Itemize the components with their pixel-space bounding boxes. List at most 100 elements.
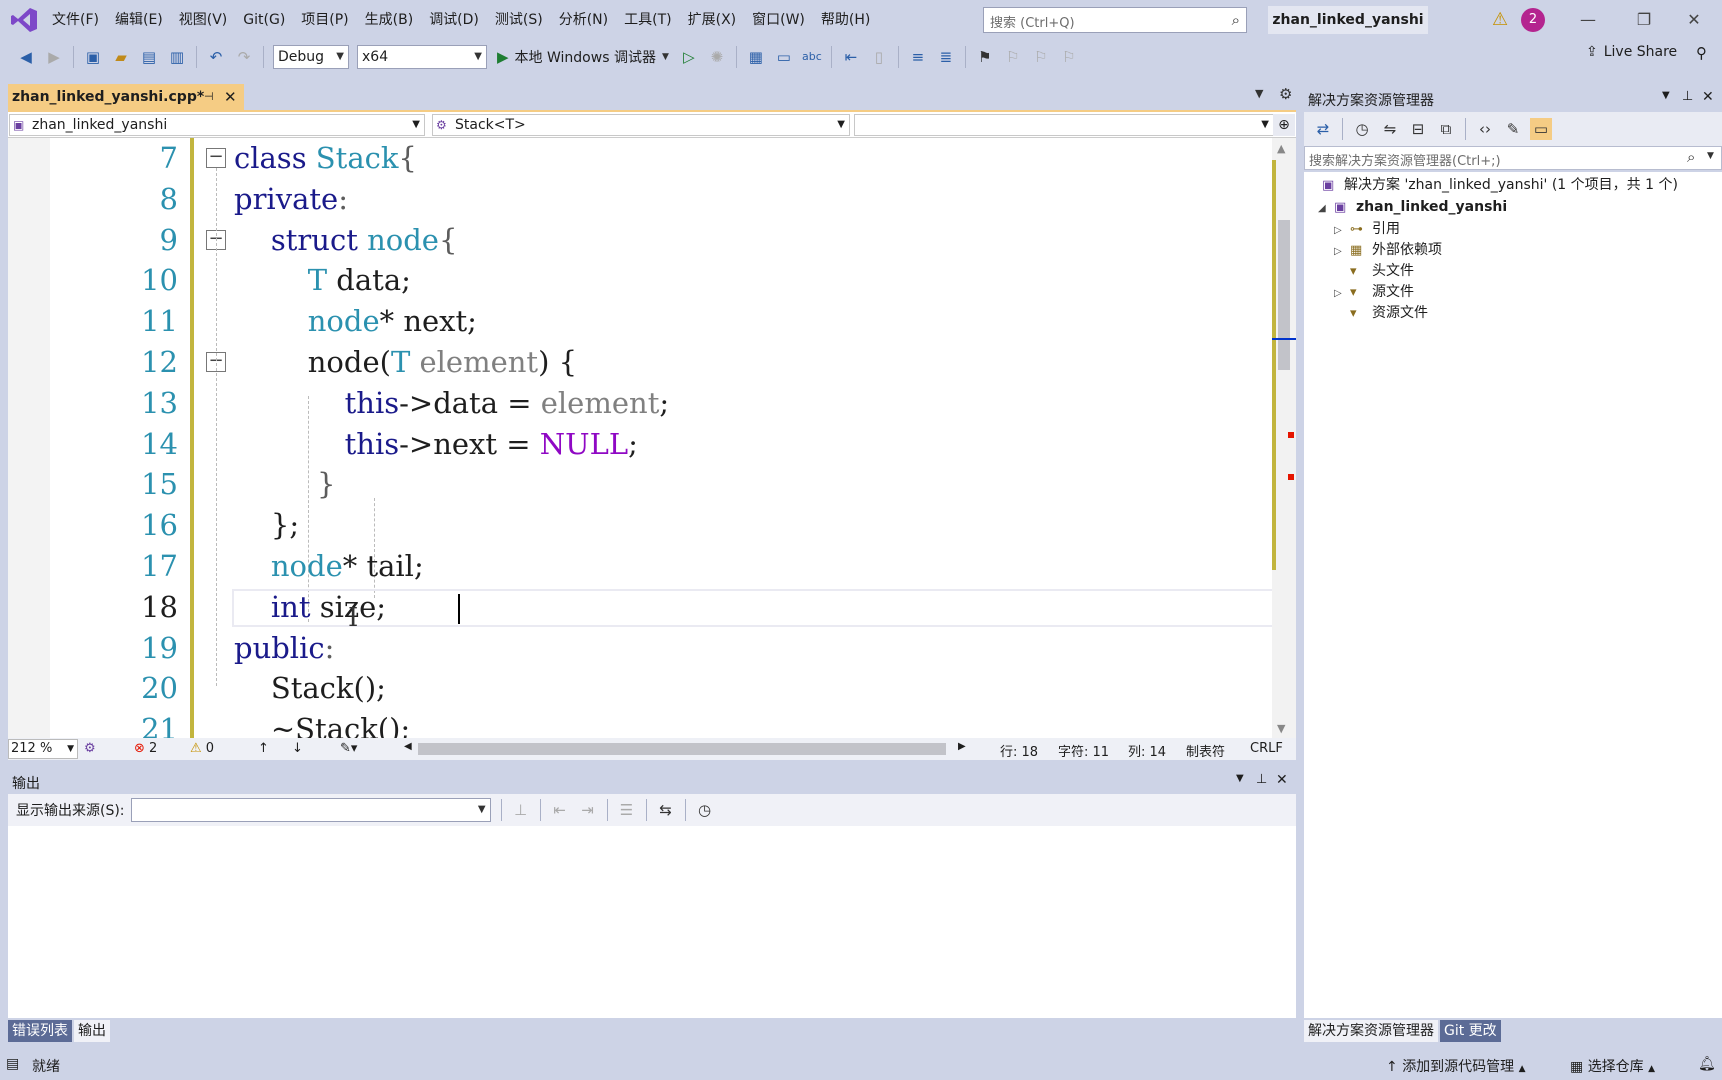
- close-window-icon[interactable]: ✕: [1666, 6, 1722, 34]
- close-icon[interactable]: ✕: [1276, 772, 1288, 788]
- warning-count[interactable]: ⚠ 0: [190, 741, 214, 756]
- find-message-icon[interactable]: ⊥: [510, 799, 532, 821]
- output-status-icon[interactable]: ▤: [6, 1056, 19, 1072]
- solution-explorer-tab[interactable]: 解决方案资源管理器: [1304, 1020, 1438, 1042]
- close-icon[interactable]: ✕: [1702, 89, 1714, 105]
- search-icon[interactable]: ⌕: [1232, 11, 1240, 29]
- tree-item[interactable]: ▷ ▦ 外部依赖项: [1334, 239, 1442, 261]
- save-icon[interactable]: ▤: [138, 46, 160, 68]
- platform-select[interactable]: x64 ▼: [357, 45, 487, 69]
- vertical-scrollbar-thumb[interactable]: [1278, 220, 1290, 370]
- project-nav-select[interactable]: ▣ zhan_linked_yanshi ▼: [9, 114, 425, 136]
- panel-menu-icon[interactable]: ▼: [1236, 773, 1244, 784]
- start-without-debugging-icon[interactable]: ▷: [678, 46, 700, 68]
- code-line[interactable]: Stack();: [234, 668, 1274, 709]
- gear-icon[interactable]: ⚙: [1279, 85, 1292, 103]
- open-file-icon[interactable]: ▰: [110, 46, 132, 68]
- menu-item[interactable]: 调试(D): [421, 0, 487, 40]
- layout-icon[interactable]: ▭: [773, 46, 795, 68]
- solution-title[interactable]: zhan_linked_yanshi: [1268, 6, 1428, 34]
- panel-menu-icon[interactable]: ▼: [1662, 90, 1670, 101]
- code-line[interactable]: private:: [234, 179, 1274, 220]
- sync-icon[interactable]: ⇋: [1379, 118, 1401, 140]
- output-source-select[interactable]: ▼: [130, 798, 491, 822]
- pin-icon[interactable]: ⊣: [204, 84, 214, 110]
- menu-item[interactable]: 项目(P): [293, 0, 356, 40]
- next-bookmark-icon[interactable]: ⚐: [1030, 46, 1052, 68]
- code-line[interactable]: this->next = NULL;: [234, 424, 1274, 465]
- search-icon[interactable]: ⌕: [1687, 148, 1695, 166]
- member-nav-select[interactable]: ▼: [854, 114, 1274, 136]
- menu-item[interactable]: 编辑(E): [107, 0, 171, 40]
- code-line[interactable]: int size;: [234, 587, 1274, 628]
- code-line[interactable]: node* next;: [234, 301, 1274, 342]
- scroll-right-icon[interactable]: ▶: [958, 741, 966, 752]
- indent-icon[interactable]: ≣: [935, 46, 957, 68]
- pin-icon[interactable]: ⊥: [1682, 89, 1693, 104]
- split-editor-icon[interactable]: ⊕: [1273, 114, 1295, 136]
- column-indicator[interactable]: 列: 14: [1128, 741, 1166, 760]
- tab-overflow-icon[interactable]: ▼: [1255, 87, 1263, 100]
- locals-icon[interactable]: ▯: [868, 46, 890, 68]
- search-box[interactable]: 搜索 (Ctrl+Q) ⌕: [983, 7, 1247, 33]
- tree-item[interactable]: ▷ ⊶ 引用: [1334, 218, 1400, 240]
- solution-node[interactable]: ▣ 解决方案 'zhan_linked_yanshi' (1 个项目，共 1 个): [1322, 174, 1678, 196]
- menu-item[interactable]: 帮助(H): [813, 0, 878, 40]
- zoom-select[interactable]: 212 % ▼: [8, 739, 78, 759]
- spell-check-icon[interactable]: abc: [801, 46, 823, 68]
- solution-explorer-tab[interactable]: Git 更改: [1440, 1020, 1501, 1042]
- code-line[interactable]: T data;: [234, 260, 1274, 301]
- line-ending[interactable]: CRLF: [1250, 741, 1283, 756]
- line-indicator[interactable]: 行: 18: [1000, 741, 1038, 760]
- hot-reload-icon[interactable]: ✺: [706, 46, 728, 68]
- menu-item[interactable]: 文件(F): [44, 0, 107, 40]
- menu-item[interactable]: Git(G): [235, 0, 293, 40]
- menu-item[interactable]: 工具(T): [616, 0, 679, 40]
- undo-icon[interactable]: ↶: [205, 46, 227, 68]
- arrow-down-icon[interactable]: ↓: [292, 741, 303, 756]
- error-count[interactable]: ⊗ 2: [134, 741, 157, 756]
- code-line[interactable]: ~Stack();: [234, 709, 1274, 738]
- chevron-down-icon[interactable]: ▼: [1707, 151, 1714, 161]
- tree-item[interactable]: ▷ ▾ 源文件: [1334, 281, 1414, 303]
- menu-item[interactable]: 窗口(W): [744, 0, 813, 40]
- code-line[interactable]: };: [234, 505, 1274, 546]
- save-all-icon[interactable]: ▥: [166, 46, 188, 68]
- feedback-icon[interactable]: ⚲: [1696, 44, 1707, 62]
- project-node[interactable]: ◢ ▣ zhan_linked_yanshi: [1318, 196, 1507, 218]
- code-line[interactable]: node(T element) {: [234, 342, 1274, 383]
- code-cleanup-icon[interactable]: ✎▾: [340, 741, 357, 756]
- code-line[interactable]: }: [234, 464, 1274, 505]
- view-code-icon[interactable]: ‹›: [1474, 118, 1496, 140]
- expanded-icon[interactable]: ◢: [1318, 198, 1334, 220]
- menu-item[interactable]: 视图(V): [171, 0, 236, 40]
- notifications-icon[interactable]: 🔔︎: [1698, 1056, 1716, 1072]
- show-all-files-icon[interactable]: ⧉: [1435, 118, 1457, 140]
- bottom-tab[interactable]: 错误列表: [8, 1020, 72, 1042]
- code-line[interactable]: public:: [234, 628, 1274, 669]
- word-wrap-icon[interactable]: ⇆: [655, 799, 677, 821]
- tree-item[interactable]: ▾ 资源文件: [1334, 302, 1428, 324]
- configuration-select[interactable]: Debug ▼: [273, 45, 349, 69]
- clear-bookmarks-icon[interactable]: ⚐: [1058, 46, 1080, 68]
- solution-search-input[interactable]: 搜索解决方案资源管理器(Ctrl+;) ⌕ ▼: [1304, 146, 1722, 170]
- step-icon[interactable]: ⇤: [840, 46, 862, 68]
- warning-icon[interactable]: ⚠: [1492, 9, 1508, 30]
- scroll-up-icon[interactable]: ▲: [1277, 142, 1285, 155]
- collapse-all-icon[interactable]: ⊟: [1407, 118, 1429, 140]
- switch-views-icon[interactable]: ⇄: [1312, 118, 1334, 140]
- char-indicator[interactable]: 字符: 11: [1058, 741, 1109, 760]
- menu-item[interactable]: 分析(N): [551, 0, 616, 40]
- code-line[interactable]: this->data = element;: [234, 383, 1274, 424]
- prev-message-icon[interactable]: ⇤: [549, 799, 571, 821]
- scroll-left-icon[interactable]: ◀: [404, 741, 412, 752]
- minimize-icon[interactable]: —: [1560, 6, 1616, 34]
- tree-item[interactable]: ▾ 头文件: [1334, 260, 1414, 282]
- timestamp-icon[interactable]: ◷: [694, 799, 716, 821]
- new-project-icon[interactable]: ▣: [82, 46, 104, 68]
- prev-bookmark-icon[interactable]: ⚐: [1002, 46, 1024, 68]
- code-line[interactable]: struct node{: [234, 220, 1274, 261]
- pending-changes-icon[interactable]: ◷: [1351, 118, 1373, 140]
- scope-nav-select[interactable]: ⚙ Stack<T> ▼: [432, 114, 850, 136]
- clear-all-icon[interactable]: ☰: [616, 799, 638, 821]
